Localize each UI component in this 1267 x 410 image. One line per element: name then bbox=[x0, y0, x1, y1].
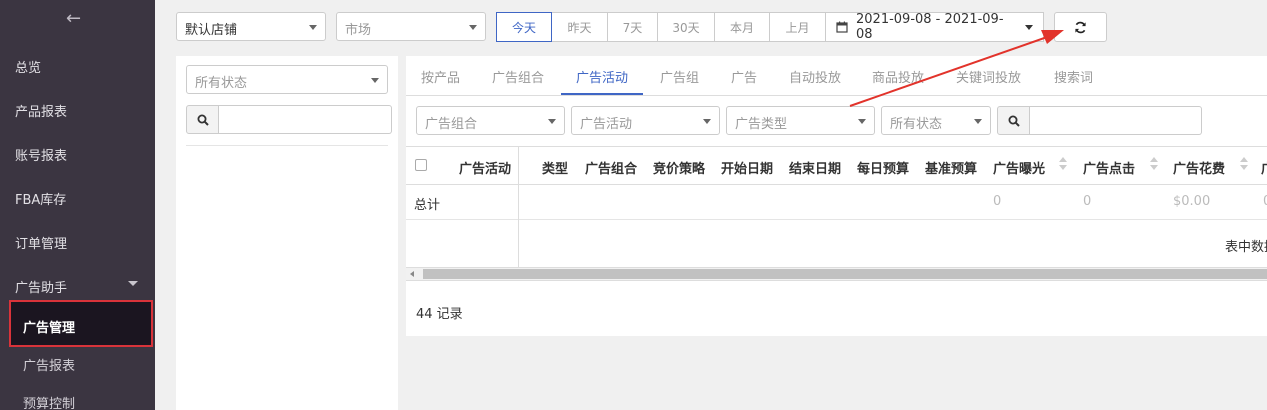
sidebar-subitem-ad-management[interactable]: 广告管理 bbox=[9, 300, 153, 347]
sidebar-item-account-report[interactable]: 账号报表 bbox=[15, 145, 67, 164]
search-button[interactable] bbox=[186, 105, 219, 134]
total-impressions: 0 bbox=[993, 194, 1002, 209]
calendar-icon bbox=[836, 21, 848, 33]
date-7days-button[interactable]: 7天 bbox=[607, 12, 658, 42]
tab-keyword-targeting[interactable]: 关键词投放 bbox=[956, 67, 1021, 86]
table-fixed-col-border bbox=[518, 146, 519, 267]
horizontal-scrollbar[interactable] bbox=[406, 267, 1267, 281]
date-range-picker[interactable]: 2021-09-08 - 2021-09-08 bbox=[825, 12, 1044, 42]
column-header-truncated[interactable]: 广 bbox=[1261, 158, 1267, 177]
tab-ad-group[interactable]: 广告组 bbox=[660, 67, 699, 86]
column-header-spend[interactable]: 广告花费 bbox=[1173, 158, 1225, 177]
column-header-type[interactable]: 类型 bbox=[542, 158, 568, 177]
total-truncated: 0 bbox=[1263, 194, 1267, 209]
search-icon bbox=[197, 114, 209, 126]
tab-auto-targeting[interactable]: 自动投放 bbox=[789, 67, 841, 86]
total-spend: $0.00 bbox=[1173, 194, 1211, 209]
sidebar-item-overview[interactable]: 总览 bbox=[15, 57, 41, 76]
date-today-button[interactable]: 今天 bbox=[496, 12, 552, 42]
sidebar: ← 总览 产品报表 账号报表 FBA库存 订单管理 广告助手 广告管理 广告报表… bbox=[0, 0, 155, 410]
sort-icon[interactable] bbox=[1240, 157, 1248, 171]
sidebar-item-fba-inventory[interactable]: FBA库存 bbox=[15, 189, 66, 208]
refresh-icon bbox=[1075, 21, 1086, 33]
chevron-down-icon bbox=[858, 119, 866, 124]
sidebar-item-product-report[interactable]: 产品报表 bbox=[15, 101, 67, 120]
scrollbar-thumb[interactable] bbox=[423, 269, 1267, 279]
empty-table-message: 表中数据 bbox=[1225, 240, 1267, 255]
sidebar-subitem-label: 广告管理 bbox=[23, 321, 76, 336]
campaign-select-placeholder: 广告活动 bbox=[580, 117, 633, 132]
chevron-down-icon bbox=[371, 78, 379, 83]
sort-icon[interactable] bbox=[1059, 157, 1067, 171]
chevron-down-icon bbox=[703, 119, 711, 124]
market-select[interactable]: 市场 bbox=[336, 12, 486, 41]
store-select-value: 默认店铺 bbox=[185, 23, 238, 38]
select-all-checkbox[interactable] bbox=[415, 159, 427, 171]
tab-ad[interactable]: 广告 bbox=[731, 67, 757, 86]
ad-type-select[interactable]: 广告类型 bbox=[726, 106, 875, 135]
date-this-month-button[interactable]: 本月 bbox=[714, 12, 770, 42]
store-select[interactable]: 默认店铺 bbox=[176, 12, 326, 41]
column-header-campaign[interactable]: 广告活动 bbox=[459, 158, 511, 177]
chevron-down-icon bbox=[974, 119, 982, 124]
tab-portfolio[interactable]: 广告组合 bbox=[492, 67, 544, 86]
total-clicks: 0 bbox=[1083, 194, 1092, 209]
campaign-search-button[interactable] bbox=[997, 106, 1030, 135]
ad-type-select-placeholder: 广告类型 bbox=[735, 117, 788, 132]
sidebar-subitem-ad-report[interactable]: 广告报表 bbox=[23, 355, 75, 374]
tab-search-terms[interactable]: 搜索词 bbox=[1054, 67, 1093, 86]
column-header-base-budget[interactable]: 基准预算 bbox=[925, 158, 977, 177]
tab-campaign[interactable]: 广告活动 bbox=[576, 67, 628, 86]
tab-by-product[interactable]: 按产品 bbox=[421, 67, 460, 86]
column-header-daily-budget[interactable]: 每日预算 bbox=[857, 158, 909, 177]
sidebar-subitem-budget-control[interactable]: 预算控制 bbox=[23, 393, 75, 410]
sort-icon[interactable] bbox=[1150, 157, 1158, 171]
left-filter-panel: 所有状态 bbox=[176, 56, 398, 410]
status-select[interactable]: 所有状态 bbox=[186, 65, 388, 94]
total-row-label: 总计 bbox=[414, 198, 441, 213]
chevron-down-icon bbox=[309, 25, 317, 30]
status-select-placeholder: 所有状态 bbox=[195, 76, 248, 91]
divider bbox=[186, 145, 388, 146]
active-tab-indicator bbox=[561, 93, 643, 95]
column-header-impressions[interactable]: 广告曝光 bbox=[993, 158, 1045, 177]
table-row-border bbox=[406, 219, 1267, 220]
campaign-search-input[interactable] bbox=[1030, 106, 1202, 135]
scroll-left-icon[interactable] bbox=[410, 271, 414, 277]
column-header-start-date[interactable]: 开始日期 bbox=[721, 158, 773, 177]
column-header-portfolio[interactable]: 广告组合 bbox=[585, 158, 637, 177]
date-quick-range: 今天 昨天 7天 30天 本月 上月 2021-09-08 - 2021-09-… bbox=[496, 12, 1044, 42]
refresh-button[interactable] bbox=[1054, 12, 1107, 42]
sidebar-item-order-management[interactable]: 订单管理 bbox=[15, 233, 67, 252]
search-input[interactable] bbox=[219, 105, 392, 134]
date-30days-button[interactable]: 30天 bbox=[657, 12, 715, 42]
table-header-border bbox=[406, 184, 1267, 185]
record-count: 44 记录 bbox=[416, 307, 463, 322]
search-icon bbox=[1008, 115, 1020, 127]
date-range-value: 2021-09-08 - 2021-09-08 bbox=[856, 12, 1004, 42]
column-header-clicks[interactable]: 广告点击 bbox=[1083, 158, 1135, 177]
date-yesterday-button[interactable]: 昨天 bbox=[551, 12, 608, 42]
tab-bar: 按产品 广告组合 广告活动 广告组 广告 自动投放 商品投放 关键词投放 搜索词 bbox=[406, 56, 1267, 96]
campaign-select[interactable]: 广告活动 bbox=[571, 106, 720, 135]
chevron-down-icon bbox=[469, 25, 477, 30]
campaign-status-select-placeholder: 所有状态 bbox=[890, 117, 943, 132]
campaign-status-select[interactable]: 所有状态 bbox=[881, 106, 991, 135]
column-header-end-date[interactable]: 结束日期 bbox=[789, 158, 841, 177]
chevron-down-icon bbox=[548, 119, 556, 124]
sidebar-item-ad-assistant[interactable]: 广告助手 bbox=[15, 277, 67, 296]
portfolio-select-placeholder: 广告组合 bbox=[425, 117, 478, 132]
back-arrow-icon[interactable]: ← bbox=[66, 8, 81, 29]
table-top-border bbox=[406, 146, 1267, 147]
tab-product-targeting[interactable]: 商品投放 bbox=[872, 67, 924, 86]
date-last-month-button[interactable]: 上月 bbox=[769, 12, 826, 42]
column-header-bid-strategy[interactable]: 竞价策略 bbox=[653, 158, 705, 177]
market-select-placeholder: 市场 bbox=[345, 23, 372, 38]
chevron-down-icon bbox=[1025, 24, 1033, 30]
chevron-down-icon bbox=[128, 281, 138, 286]
portfolio-select[interactable]: 广告组合 bbox=[416, 106, 565, 135]
main-panel: 按产品 广告组合 广告活动 广告组 广告 自动投放 商品投放 关键词投放 搜索词… bbox=[406, 56, 1267, 336]
